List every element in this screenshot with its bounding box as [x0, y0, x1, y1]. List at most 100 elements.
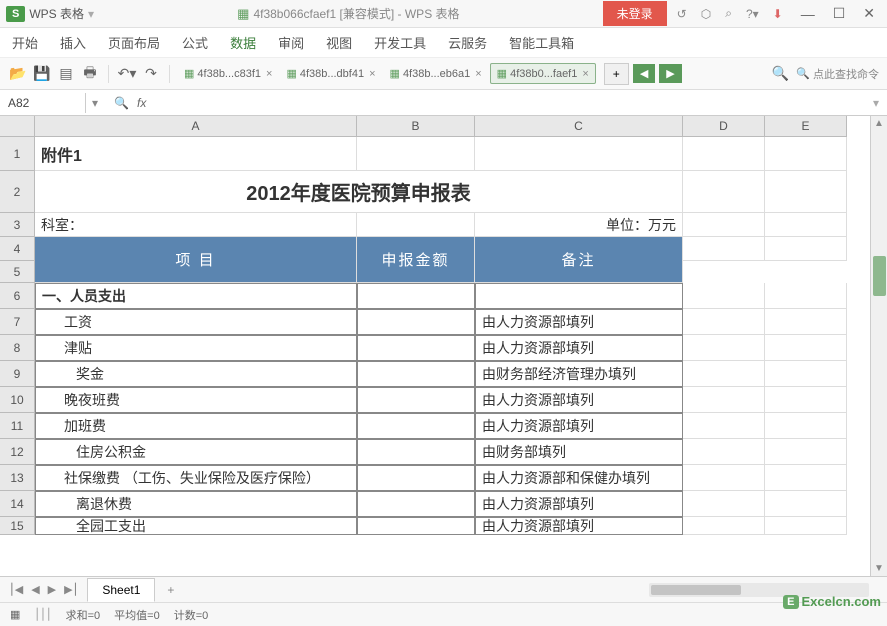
- menu-视图[interactable]: 视图: [326, 33, 352, 52]
- cell-1-C[interactable]: [475, 137, 683, 171]
- cell-10-E[interactable]: [765, 387, 847, 413]
- open-icon[interactable]: 📂: [8, 64, 28, 84]
- undo-icon[interactable]: ↶▾: [117, 64, 137, 84]
- add-sheet-button[interactable]: +: [159, 580, 182, 600]
- cell-14-B[interactable]: [357, 491, 475, 517]
- cell-14-C[interactable]: 由人力资源部填列: [475, 491, 683, 517]
- cell-13-E[interactable]: [765, 465, 847, 491]
- cell-10-B[interactable]: [357, 387, 475, 413]
- menu-云服务[interactable]: 云服务: [448, 33, 487, 52]
- cell-12-D[interactable]: [683, 439, 765, 465]
- close-button[interactable]: ✕: [857, 3, 881, 24]
- cell-4-D[interactable]: [683, 237, 765, 261]
- cell-15-B[interactable]: [357, 517, 475, 535]
- cell-14-D[interactable]: [683, 491, 765, 517]
- tab-close-icon[interactable]: ×: [369, 68, 375, 80]
- cell-8-B[interactable]: [357, 335, 475, 361]
- cell-8-A[interactable]: 津贴: [35, 335, 357, 361]
- cell-6-A[interactable]: 一、人员支出: [35, 283, 357, 309]
- col-header-D[interactable]: D: [683, 116, 765, 137]
- menu-开发工具[interactable]: 开发工具: [374, 33, 426, 52]
- menu-页面布局[interactable]: 页面布局: [108, 33, 160, 52]
- row-header-7[interactable]: 7: [0, 309, 35, 335]
- col-header-C[interactable]: C: [475, 116, 683, 137]
- cell-2-A[interactable]: 2012年度医院预算申报表: [35, 171, 683, 213]
- formula-expand-icon[interactable]: ▾: [865, 96, 887, 110]
- menu-审阅[interactable]: 审阅: [278, 33, 304, 52]
- cell-14-A[interactable]: 离退休费: [35, 491, 357, 517]
- scroll-up-icon[interactable]: ▲: [871, 118, 887, 129]
- minimize-button[interactable]: —: [795, 4, 821, 24]
- tab-nav-left[interactable]: ◀: [633, 64, 655, 83]
- hscroll-thumb[interactable]: [651, 585, 741, 595]
- cell-4-B[interactable]: 申报金额: [357, 237, 475, 283]
- redo-icon[interactable]: ↷: [141, 64, 161, 84]
- cell-13-B[interactable]: [357, 465, 475, 491]
- row-header-11[interactable]: 11: [0, 413, 35, 439]
- vertical-scrollbar[interactable]: ▲ ▼: [870, 116, 887, 576]
- tab-close-icon[interactable]: ×: [582, 68, 588, 80]
- cell-15-D[interactable]: [683, 517, 765, 535]
- row-header-4[interactable]: 4: [0, 237, 35, 261]
- cell-6-C[interactable]: [475, 283, 683, 309]
- cell-4-C[interactable]: 备注: [475, 237, 683, 283]
- cell-12-B[interactable]: [357, 439, 475, 465]
- menu-开始[interactable]: 开始: [12, 33, 38, 52]
- select-all-corner[interactable]: [0, 116, 35, 137]
- cells-area[interactable]: 附件12012年度医院预算申报表科室：单位：万元项 目申报金额备注一、人员支出工…: [35, 137, 887, 535]
- login-button[interactable]: 未登录: [603, 1, 667, 26]
- cell-13-C[interactable]: 由人力资源部和保健办填列: [475, 465, 683, 491]
- sheet-view-icon[interactable]: ▦: [10, 608, 20, 621]
- cell-11-C[interactable]: 由人力资源部填列: [475, 413, 683, 439]
- cell-4-E[interactable]: [765, 237, 847, 261]
- cell-7-E[interactable]: [765, 309, 847, 335]
- cell-1-D[interactable]: [683, 137, 765, 171]
- cell-15-C[interactable]: 由人力资源部填列: [475, 517, 683, 535]
- col-header-B[interactable]: B: [357, 116, 475, 137]
- row-header-1[interactable]: 1: [0, 137, 35, 171]
- cell-9-B[interactable]: [357, 361, 475, 387]
- fx-label[interactable]: fx: [137, 96, 146, 110]
- row-header-12[interactable]: 12: [0, 439, 35, 465]
- cell-6-D[interactable]: [683, 283, 765, 309]
- fx-search-icon[interactable]: 🔍: [114, 96, 129, 110]
- sheet-tab-sheet1[interactable]: Sheet1: [87, 578, 155, 602]
- search-small-icon[interactable]: ⌕: [721, 4, 736, 23]
- cell-9-E[interactable]: [765, 361, 847, 387]
- col-header-A[interactable]: A: [35, 116, 357, 137]
- sheet-next-icon[interactable]: ▶: [45, 581, 59, 598]
- cell-14-E[interactable]: [765, 491, 847, 517]
- sheet-first-icon[interactable]: ⎮◀: [6, 581, 26, 598]
- row-header-15[interactable]: 15: [0, 517, 35, 535]
- cell-11-A[interactable]: 加班费: [35, 413, 357, 439]
- cell-9-D[interactable]: [683, 361, 765, 387]
- scroll-down-icon[interactable]: ▼: [871, 563, 887, 574]
- menu-数据[interactable]: 数据: [230, 33, 256, 52]
- cell-12-A[interactable]: 住房公积金: [35, 439, 357, 465]
- row-header-3[interactable]: 3: [0, 213, 35, 237]
- cell-6-B[interactable]: [357, 283, 475, 309]
- cell-13-D[interactable]: [683, 465, 765, 491]
- find-icon[interactable]: 🔍: [770, 64, 790, 84]
- cell-7-B[interactable]: [357, 309, 475, 335]
- cell-4-A[interactable]: 项 目: [35, 237, 357, 283]
- row-header-10[interactable]: 10: [0, 387, 35, 413]
- cell-2-D[interactable]: [683, 171, 765, 213]
- cell-13-A[interactable]: 社保缴费 （工伤、失业保险及医疗保险）: [35, 465, 357, 491]
- row-header-9[interactable]: 9: [0, 361, 35, 387]
- menu-插入[interactable]: 插入: [60, 33, 86, 52]
- cell-8-E[interactable]: [765, 335, 847, 361]
- maximize-button[interactable]: ☐: [827, 3, 852, 24]
- cell-1-B[interactable]: [357, 137, 475, 171]
- cell-10-C[interactable]: 由人力资源部填列: [475, 387, 683, 413]
- name-box[interactable]: A82: [0, 93, 86, 113]
- cell-2-E[interactable]: [765, 171, 847, 213]
- cell-12-C[interactable]: 由财务部填列: [475, 439, 683, 465]
- vscroll-thumb[interactable]: [873, 256, 886, 296]
- cell-3-A[interactable]: 科室：: [35, 213, 357, 237]
- cell-7-D[interactable]: [683, 309, 765, 335]
- row-header-8[interactable]: 8: [0, 335, 35, 361]
- cell-1-E[interactable]: [765, 137, 847, 171]
- menu-智能工具箱[interactable]: 智能工具箱: [509, 33, 574, 52]
- cell-3-C[interactable]: 单位：万元: [475, 213, 683, 237]
